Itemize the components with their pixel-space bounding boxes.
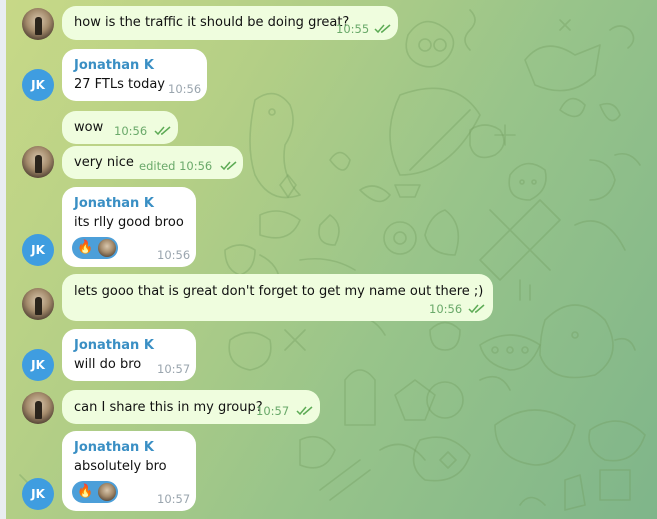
avatar-initials: JK: [31, 243, 45, 257]
message-time: 10:57: [256, 404, 290, 418]
user-avatar[interactable]: [22, 8, 54, 40]
message-time: 10:57: [157, 492, 191, 506]
message-time: 10:56: [114, 124, 148, 138]
message-bubble[interactable]: can I share this in my group? 10:57: [62, 390, 320, 424]
contact-avatar[interactable]: JK: [22, 349, 54, 381]
message-time: 10:56: [429, 302, 463, 316]
message-text: can I share this in my group?: [74, 400, 263, 415]
message-time: 10:56: [157, 248, 191, 262]
fire-reaction-icon: 🔥: [77, 484, 94, 499]
sender-name[interactable]: Jonathan K: [74, 440, 154, 455]
avatar-initials: JK: [31, 358, 45, 372]
message-time: 10:55: [336, 22, 370, 36]
sender-name[interactable]: Jonathan K: [74, 58, 154, 73]
message-time: edited 10:56: [139, 159, 213, 173]
read-check-icon: [468, 304, 485, 314]
reaction-chip[interactable]: 🔥: [72, 237, 118, 259]
read-check-icon: [296, 406, 313, 416]
read-check-icon: [220, 161, 237, 171]
read-check-icon: [374, 24, 391, 34]
message-bubble[interactable]: Jonathan K will do bro 10:57: [62, 329, 196, 381]
message-bubble[interactable]: Jonathan K absolutely bro 🔥 10:57: [62, 431, 196, 511]
sender-name[interactable]: Jonathan K: [74, 196, 154, 211]
user-avatar[interactable]: [22, 288, 54, 320]
read-check-icon: [154, 126, 171, 136]
message-text: wow: [74, 120, 104, 135]
reactor-avatar: [98, 483, 116, 501]
reactor-avatar: [98, 239, 116, 257]
message-text: its rlly good broo: [74, 215, 184, 230]
contact-avatar[interactable]: JK: [22, 234, 54, 266]
message-bubble[interactable]: lets gooo that is great don't forget to …: [62, 274, 493, 321]
fire-reaction-icon: 🔥: [77, 240, 94, 255]
message-text: 27 FTLs today: [74, 77, 165, 92]
message-bubble[interactable]: how is the traffic it should be doing gr…: [62, 6, 398, 40]
message-text: very nice: [74, 155, 134, 170]
message-text: lets gooo that is great don't forget to …: [74, 284, 484, 299]
message-time: 10:57: [157, 362, 191, 376]
window-left-border: [0, 0, 6, 519]
contact-avatar[interactable]: JK: [22, 478, 54, 510]
message-text: absolutely bro: [74, 459, 167, 474]
user-avatar[interactable]: [22, 146, 54, 178]
message-time: 10:56: [168, 82, 202, 96]
message-bubble[interactable]: wow 10:56: [62, 111, 178, 144]
sender-name[interactable]: Jonathan K: [74, 338, 154, 353]
message-text: how is the traffic it should be doing gr…: [74, 15, 350, 30]
message-bubble[interactable]: very nice edited 10:56: [62, 146, 243, 179]
message-bubble[interactable]: Jonathan K its rlly good broo 🔥 10:56: [62, 187, 196, 267]
user-avatar[interactable]: [22, 392, 54, 424]
avatar-initials: JK: [31, 487, 45, 501]
contact-avatar[interactable]: JK: [22, 69, 54, 101]
message-bubble[interactable]: Jonathan K 27 FTLs today 10:56: [62, 49, 207, 101]
avatar-initials: JK: [31, 78, 45, 92]
reaction-chip[interactable]: 🔥: [72, 481, 118, 503]
message-text: will do bro: [74, 357, 142, 372]
